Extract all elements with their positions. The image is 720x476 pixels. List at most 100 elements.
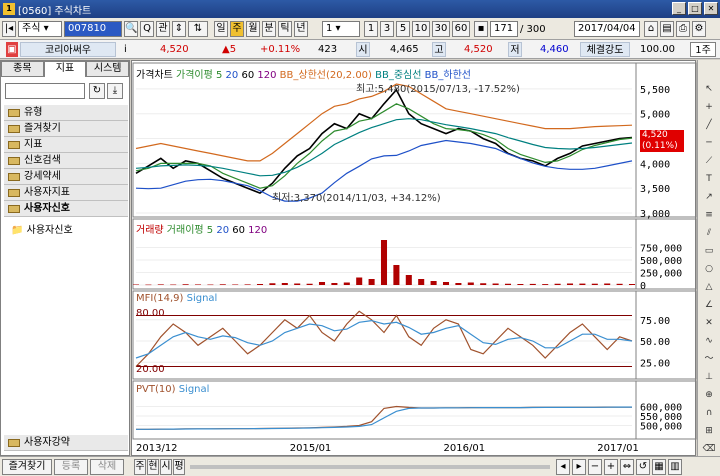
period-tick[interactable]: 틱 [278, 21, 292, 37]
scroll-right-icon[interactable]: ▸ [572, 459, 586, 475]
cursor-icon[interactable]: ↖ [702, 82, 716, 96]
step-3[interactable]: 3 [380, 21, 394, 37]
delete-icon[interactable]: ⌫ [702, 442, 716, 456]
step-10[interactable]: 10 [412, 21, 430, 37]
stock-name[interactable]: 코리아써우 [20, 42, 116, 57]
step-60[interactable]: 60 [452, 21, 470, 37]
config-icon[interactable]: ▪ [474, 21, 488, 37]
line-icon[interactable]: ╱ [702, 118, 716, 132]
fit-icon[interactable]: ⇔ [620, 459, 634, 475]
channel-icon[interactable]: ⫽ [702, 226, 716, 240]
period-day[interactable]: 일 [214, 21, 228, 37]
bottom-tab-2[interactable]: 시 [160, 459, 172, 475]
rect-icon[interactable]: ▭ [702, 244, 716, 258]
fibo-icon[interactable]: ≡ [702, 208, 716, 222]
updown-icon[interactable]: ⇕ [172, 21, 186, 37]
period-minute[interactable]: 분 [262, 21, 276, 37]
sidebar-item-user-strength[interactable]: 사용자강약 [4, 435, 128, 451]
mfi-level-80: 80.00 [136, 308, 165, 319]
sidebar-search-input[interactable] [5, 83, 85, 99]
download-icon[interactable]: ⤓ [107, 83, 123, 99]
mfi-level-20: 20.00 [136, 364, 165, 375]
y-tick-label-2-0: 75.00 [640, 316, 670, 327]
prev-icon[interactable]: |◂ [2, 21, 16, 37]
sidebar-item-signal-search[interactable]: 신호검색 [4, 153, 128, 169]
step-5[interactable]: 5 [396, 21, 410, 37]
minimize-button[interactable]: _ [672, 2, 686, 15]
bottom-tab-0[interactable]: 주 [134, 459, 146, 475]
volume-bar-13 [294, 283, 301, 285]
zoom-in-icon[interactable]: + [604, 459, 618, 475]
print-icon[interactable]: ⎙ [676, 21, 690, 37]
refresh-icon[interactable]: ↻ [89, 83, 105, 99]
low-price: 4,460 [540, 44, 569, 55]
sidebar-subitem[interactable]: 📁 사용자신호 [11, 221, 73, 236]
chart-svg[interactable]: 5,5005,0004,5004,0003,5003,000750,000500… [132, 61, 697, 457]
zoom-out-icon[interactable]: − [588, 459, 602, 475]
chart-type-icon[interactable]: ▥ [668, 459, 682, 475]
period-month[interactable]: 월 [246, 21, 260, 37]
gann-icon[interactable]: ✕ [702, 316, 716, 330]
favorites-button[interactable]: 즐겨찾기 [2, 459, 52, 475]
series-line-0-2 [135, 83, 633, 162]
chart-area[interactable]: 5,5005,0004,5004,0003,5003,000750,000500… [131, 60, 697, 457]
date-input[interactable]: 2017/04/04 [574, 21, 640, 37]
spin-icon[interactable]: ⇅ [188, 21, 208, 37]
period-week[interactable]: 주 [230, 21, 244, 37]
period-year[interactable]: 년 [294, 21, 308, 37]
settings-icon[interactable]: ⚙ [692, 21, 706, 37]
cycle-icon[interactable]: ∿ [702, 334, 716, 348]
arrow-icon[interactable]: ↗ [702, 190, 716, 204]
sidebar-item-user-indicator[interactable]: 사용자지표 [4, 185, 128, 201]
reset-icon[interactable]: ↺ [636, 459, 650, 475]
sidebar-item-favorites[interactable]: 즐겨찾기 [4, 121, 128, 137]
open-price: 4,465 [390, 44, 419, 55]
triangle-icon[interactable]: △ [702, 280, 716, 294]
series-line-0-1 [135, 103, 633, 189]
angle-icon[interactable]: ∠ [702, 298, 716, 312]
step-1[interactable]: 1 [364, 21, 378, 37]
text-icon[interactable]: T [702, 172, 716, 186]
tab-system[interactable]: 시스템 [86, 61, 130, 77]
volume-bar-33 [542, 284, 549, 285]
tab-indicator[interactable]: 지표 [43, 61, 87, 77]
sidebar-item-indicator[interactable]: 지표 [4, 137, 128, 153]
gwan-button[interactable]: 관 [156, 21, 170, 37]
lock-icon[interactable]: ⊞ [702, 424, 716, 438]
crosshair-icon[interactable]: + [702, 100, 716, 114]
maximize-button[interactable]: □ [688, 2, 702, 15]
chart-icon[interactable]: Q [140, 21, 154, 37]
volume-bar-19 [368, 279, 375, 285]
scroll-left-icon[interactable]: ◂ [556, 459, 570, 475]
circle-icon[interactable]: ○ [702, 262, 716, 276]
trend-icon[interactable]: ⟋ [702, 154, 716, 168]
info-icon[interactable]: i [124, 42, 130, 57]
sidebar-item-user-signal[interactable]: 사용자신호 [4, 201, 128, 217]
tab-stock[interactable]: 종목 [1, 61, 44, 77]
home-icon[interactable]: ⌂ [644, 21, 658, 37]
volume-bar-38 [604, 283, 611, 285]
volume-bar-27 [467, 282, 474, 285]
magnet-icon[interactable]: ∩ [702, 406, 716, 420]
grid-icon[interactable]: ▦ [652, 459, 666, 475]
search-icon[interactable]: 🔍 [124, 21, 138, 37]
close-button[interactable]: ✕ [704, 2, 718, 15]
register-button[interactable]: 등록 [54, 459, 88, 475]
hline-icon[interactable]: ─ [702, 136, 716, 150]
bottom-tab-1[interactable]: 현 [147, 459, 159, 475]
sidebar-item-strength[interactable]: 강세약세 [4, 169, 128, 185]
sidebar-item-type[interactable]: 유형 [4, 105, 128, 121]
interval-select[interactable]: 1 ▾ [322, 21, 360, 37]
delete-button[interactable]: 삭제 [90, 459, 124, 475]
ruler-icon[interactable]: ⊥ [702, 370, 716, 384]
bottom-tab-3[interactable]: 평 [173, 459, 185, 475]
wave-icon[interactable]: 〜 [702, 352, 716, 366]
market-select[interactable]: 주식 ▾ [18, 21, 62, 37]
save-icon[interactable]: ▤ [660, 21, 674, 37]
horizontal-scrollbar[interactable] [190, 465, 550, 469]
y-tick-label-3-2: 500,000 [640, 422, 682, 433]
step-30[interactable]: 30 [432, 21, 450, 37]
stock-code-input[interactable]: 007810 [64, 21, 122, 37]
count-input[interactable]: 171 [490, 21, 518, 37]
zoom-icon[interactable]: ⊕ [702, 388, 716, 402]
